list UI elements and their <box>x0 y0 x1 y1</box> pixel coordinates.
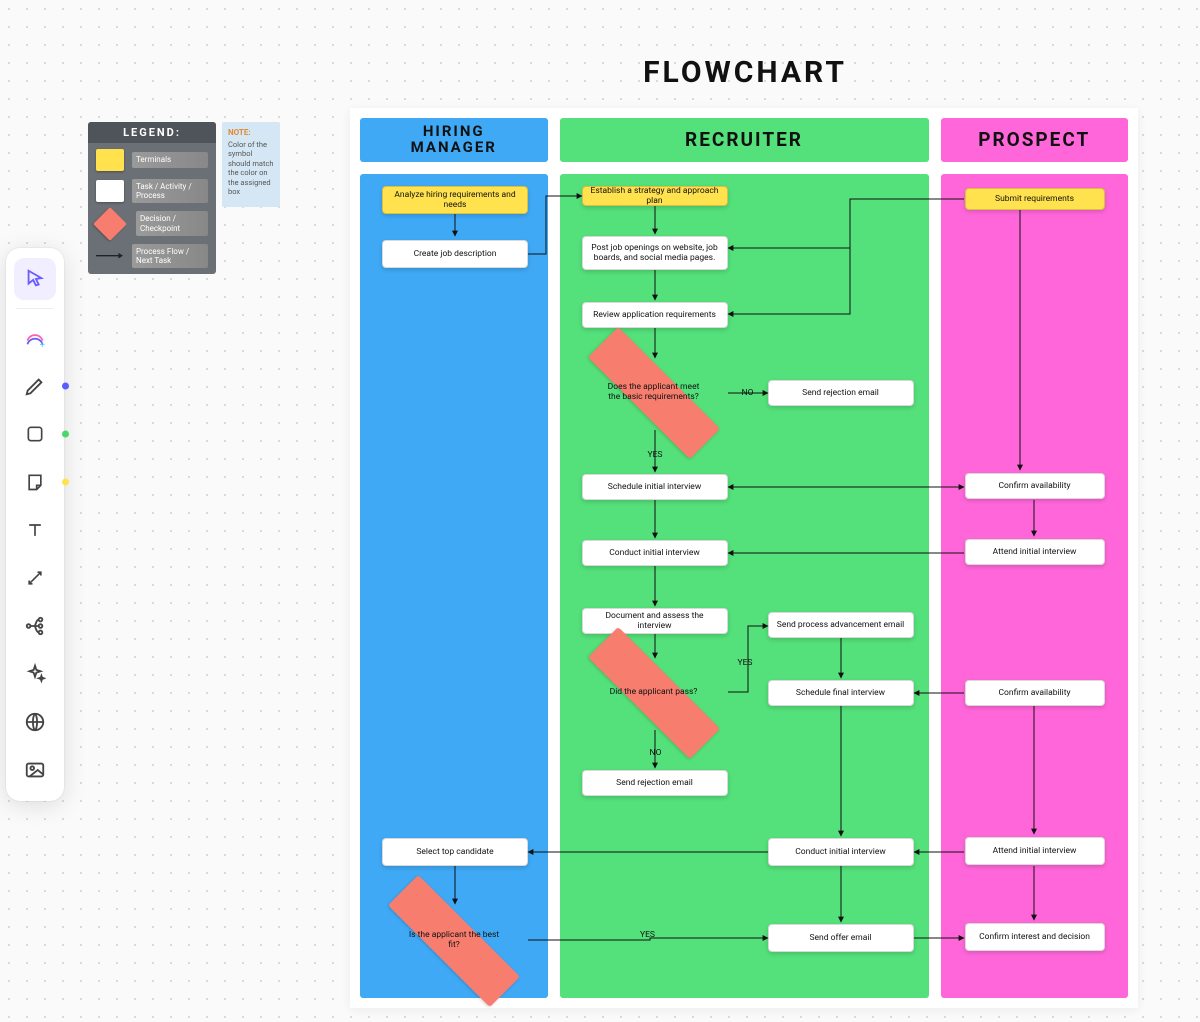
sticky-color-dot <box>62 479 69 486</box>
node-rc-document[interactable]: Document and assess the interview <box>582 608 728 634</box>
task-swatch-icon <box>96 180 124 202</box>
lane-prospect[interactable]: PROSPECT Submit requirements Confirm ava… <box>941 118 1129 998</box>
node-rc-review[interactable]: Review application requirements <box>582 302 728 328</box>
tool-image[interactable] <box>14 749 56 791</box>
svg-text:+: + <box>40 341 45 349</box>
lane-header-hiring: HIRINGMANAGER <box>360 118 548 162</box>
node-rc-conduct-final[interactable]: Conduct initial interview <box>768 838 914 866</box>
lane-header-prospect: PROSPECT <box>941 118 1129 162</box>
node-rc-reject1[interactable]: Send rejection email <box>768 380 914 406</box>
decision-swatch-icon <box>93 207 127 241</box>
label-yes-3: YES <box>640 930 655 940</box>
label-no-2: NO <box>650 748 662 758</box>
lane-header-recruiter: RECRUITER <box>560 118 929 162</box>
tool-ai-shape[interactable]: + <box>14 317 56 359</box>
node-pr-avail1[interactable]: Confirm availability <box>965 473 1105 499</box>
tool-mindmap[interactable] <box>14 605 56 647</box>
arrow-swatch-icon <box>96 251 124 260</box>
node-rc-reject2[interactable]: Send rejection email <box>582 770 728 796</box>
node-rc-pass[interactable]: Did the applicant pass? <box>582 654 726 732</box>
node-pr-attend2[interactable]: Attend initial interview <box>965 837 1105 865</box>
node-rc-offer[interactable]: Send offer email <box>768 924 914 952</box>
pen-color-dot <box>62 383 69 390</box>
canvas-title[interactable]: FLOWCHART <box>350 55 1140 90</box>
legend-row-flow: Process Flow / Next Task <box>96 244 208 268</box>
node-rc-strategy[interactable]: Establish a strategy and approach plan <box>582 186 728 206</box>
node-rc-post[interactable]: Post job openings on website, job boards… <box>582 236 728 270</box>
label-yes-2: YES <box>738 658 753 668</box>
toolbar: + <box>6 248 64 801</box>
node-rc-sched-init[interactable]: Schedule initial interview <box>582 474 728 500</box>
tool-text[interactable] <box>14 509 56 551</box>
tool-sticky[interactable] <box>14 461 56 503</box>
legend[interactable]: LEGEND: Terminals Task / Activity / Proc… <box>88 122 280 274</box>
flowchart-frame[interactable]: HIRINGMANAGER Analyze hiring requirement… <box>350 108 1138 1008</box>
legend-row-decision: Decision / Checkpoint <box>96 211 208 235</box>
node-rc-advance[interactable]: Send process advancement email <box>768 612 914 638</box>
node-hm-bestfit[interactable]: Is the applicant the best fit? <box>382 902 526 980</box>
tool-cursor[interactable] <box>14 258 56 300</box>
legend-row-task: Task / Activity / Process <box>96 179 208 203</box>
terminal-swatch-icon <box>96 149 124 171</box>
legend-card: LEGEND: Terminals Task / Activity / Proc… <box>88 122 216 274</box>
node-rc-conduct-init[interactable]: Conduct initial interview <box>582 540 728 566</box>
label-no-1: NO <box>742 388 754 398</box>
node-pr-avail2[interactable]: Confirm availability <box>965 680 1105 706</box>
lane-recruiter[interactable]: RECRUITER Establish a strategy and appro… <box>560 118 929 998</box>
lane-hiring-manager[interactable]: HIRINGMANAGER Analyze hiring requirement… <box>360 118 548 998</box>
legend-note: NOTE: Color of the symbol should match t… <box>222 122 280 207</box>
tool-connector[interactable] <box>14 557 56 599</box>
label-yes-1: YES <box>648 450 663 460</box>
legend-title: LEGEND: <box>88 122 216 143</box>
node-rc-meetreq[interactable]: Does the applicant meet the basic requir… <box>582 354 726 432</box>
node-hm-jobdesc[interactable]: Create job description <box>382 240 528 268</box>
node-pr-decision[interactable]: Confirm interest and decision <box>965 923 1105 951</box>
node-rc-sched-final[interactable]: Schedule final interview <box>768 680 914 706</box>
legend-note-title: NOTE: <box>228 128 274 138</box>
tool-pen[interactable] <box>14 365 56 407</box>
shape-color-dot <box>62 431 69 438</box>
tool-globe[interactable] <box>14 701 56 743</box>
tool-rectangle[interactable] <box>14 413 56 455</box>
node-hm-analyze[interactable]: Analyze hiring requirements and needs <box>382 186 528 214</box>
legend-row-terminals: Terminals <box>96 149 208 171</box>
tool-sparkle[interactable] <box>14 653 56 695</box>
legend-note-body: Color of the symbol should match the col… <box>228 140 274 196</box>
node-pr-submit[interactable]: Submit requirements <box>965 188 1105 210</box>
node-pr-attend1[interactable]: Attend initial interview <box>965 539 1105 565</box>
node-hm-selecttop[interactable]: Select top candidate <box>382 838 528 866</box>
